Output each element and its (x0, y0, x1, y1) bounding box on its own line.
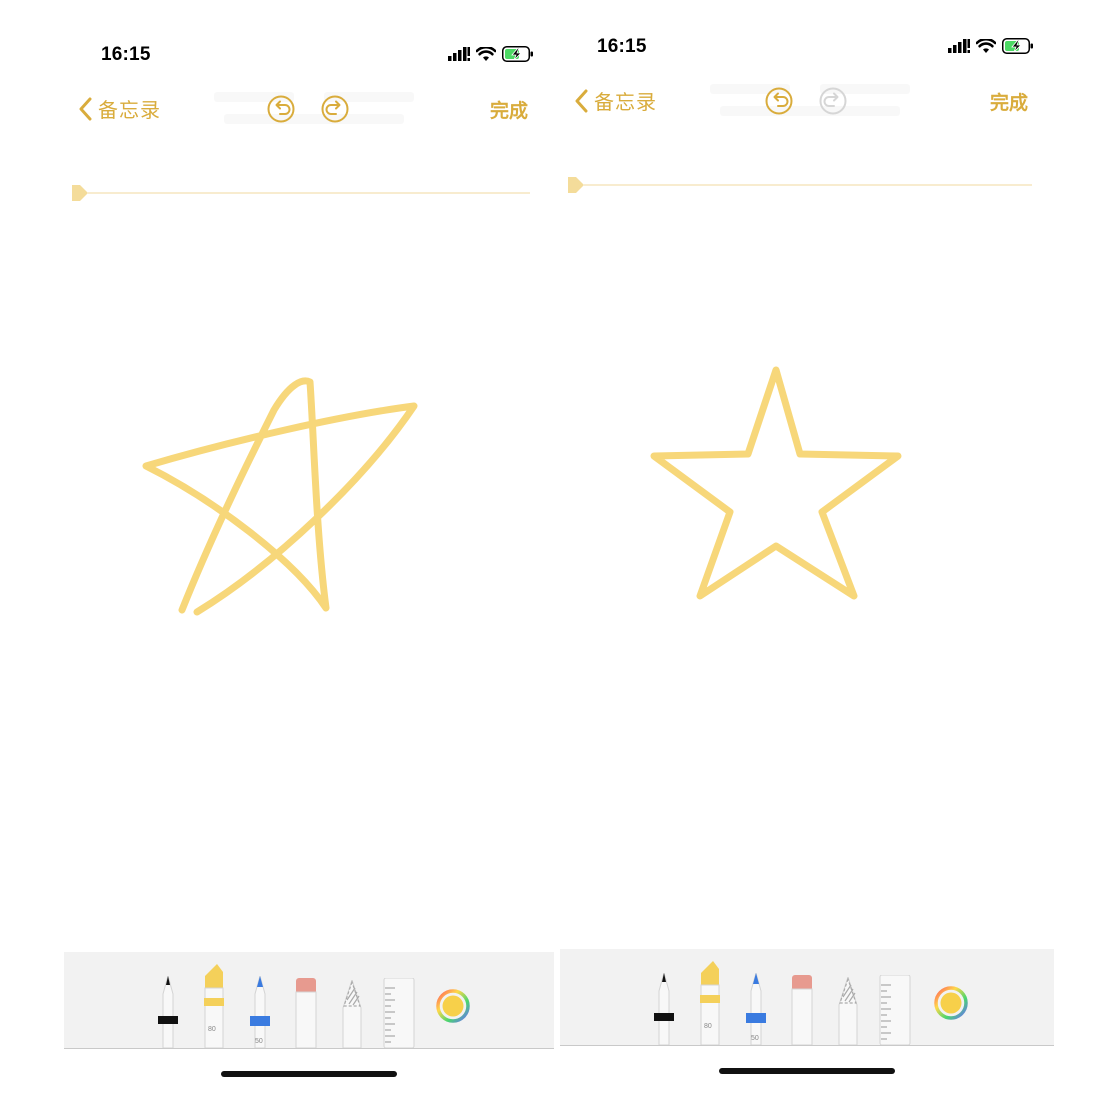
status-time: 16:15 (101, 44, 151, 65)
home-indicator[interactable] (221, 1071, 397, 1077)
back-button[interactable]: 备忘录 (574, 86, 657, 115)
navigation-bar: 备忘录 完成 (560, 78, 1054, 124)
lasso-tool[interactable] (837, 977, 859, 1045)
pencil-opacity-label: 50 (255, 1038, 263, 1045)
done-button[interactable]: 完成 (990, 88, 1028, 115)
wifi-icon (976, 38, 996, 53)
lasso-tool[interactable] (341, 980, 363, 1048)
drawing-canvas[interactable] (560, 210, 1054, 950)
back-button[interactable]: 备忘录 (78, 94, 161, 123)
faded-note-title (710, 80, 910, 120)
status-time: 16:15 (597, 36, 647, 57)
cellular-signal-icon (948, 39, 970, 53)
recognized-star-shape (650, 366, 902, 600)
marker-opacity-label: 80 (704, 1023, 712, 1030)
status-icons (448, 46, 534, 62)
pencil-opacity-label: 50 (751, 1035, 759, 1042)
redo-button-disabled[interactable] (818, 86, 848, 116)
ruler-tool[interactable] (879, 975, 911, 1045)
chevron-left-icon (79, 97, 92, 120)
line-handle[interactable] (566, 176, 1032, 194)
marker-tool[interactable] (698, 961, 722, 1045)
eraser-tool[interactable] (295, 978, 317, 1048)
status-icons (948, 38, 1034, 54)
status-bar: 16:15 (64, 0, 554, 80)
navigation-bar: 备忘录 完成 (64, 86, 554, 132)
home-area (560, 1046, 1054, 1091)
chevron-left-icon (575, 89, 588, 112)
cellular-signal-icon (448, 47, 470, 61)
color-picker-icon[interactable] (436, 989, 470, 1023)
back-label: 备忘录 (594, 92, 657, 114)
tool-palette: 80 50 (64, 952, 554, 1049)
line-handle[interactable] (70, 184, 530, 202)
screen-before: 16:15 备忘录 完成 80 50 (64, 0, 554, 1094)
back-label: 备忘录 (98, 100, 161, 122)
tool-palette: 80 50 (560, 949, 1054, 1046)
done-button[interactable]: 完成 (490, 96, 528, 123)
battery-charging-icon (502, 46, 533, 62)
pen-tool[interactable] (157, 976, 179, 1048)
eraser-tool[interactable] (791, 975, 813, 1045)
drawing-canvas[interactable] (64, 210, 554, 950)
battery-charging-icon (1002, 38, 1033, 54)
wifi-icon (476, 46, 496, 61)
undo-button[interactable] (764, 86, 794, 116)
color-picker-icon[interactable] (934, 986, 968, 1020)
screen-after: 16:15 备忘录 完成 80 50 (560, 0, 1054, 1094)
pen-tool[interactable] (653, 973, 675, 1045)
home-indicator[interactable] (719, 1068, 895, 1074)
marker-opacity-label: 80 (208, 1026, 216, 1033)
faded-note-title (214, 88, 414, 128)
undo-button[interactable] (266, 94, 296, 124)
ruler-tool[interactable] (383, 978, 415, 1048)
marker-tool[interactable] (202, 964, 226, 1048)
hand-drawn-star-stroke (142, 377, 418, 616)
redo-button[interactable] (320, 94, 350, 124)
status-bar: 16:15 (560, 0, 1054, 80)
home-area (64, 1049, 554, 1094)
